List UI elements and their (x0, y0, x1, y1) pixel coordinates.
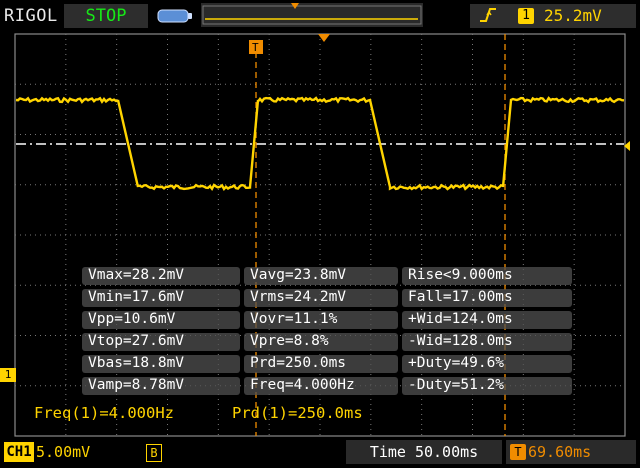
timebase-value[interactable]: Time 50.00ms (346, 440, 502, 464)
measurement-value: Vpp=10.6mV (88, 311, 176, 327)
run-stop-status[interactable]: STOP (64, 4, 148, 28)
rising-edge-icon (478, 5, 498, 30)
brand-logo: RIGOL (4, 6, 58, 26)
measurement-value: Vtop=27.6mV (88, 333, 185, 349)
period-counter: Prd(1)=250.0ms (232, 404, 363, 422)
memory-waveform-preview-icon (202, 3, 422, 25)
trigger-level-value: 25.2mV (544, 6, 602, 25)
measurement-value: Vbas=18.8mV (88, 355, 185, 371)
trigger-offset-value: 69.60ms (528, 443, 592, 461)
trigger-offset-icon: T (510, 444, 526, 460)
measurement-value: Freq=4.000Hz (250, 377, 355, 393)
measurement-value: Vmin=17.6mV (88, 289, 185, 305)
frequency-counter: Freq(1)=4.000Hz (34, 404, 174, 422)
bandwidth-limit-badge: B (146, 444, 162, 462)
measurement-value: Prd=250.0ms (250, 355, 347, 371)
measurement-value: -Wid=128.0ms (408, 333, 513, 349)
channel1-label[interactable]: CH1 (4, 442, 34, 462)
trigger-source-badge: 1 (518, 8, 534, 24)
measurement-value: Fall=17.00ms (408, 289, 513, 305)
memory-depth-bar[interactable] (201, 3, 423, 27)
battery-icon (157, 9, 192, 23)
measurement-value: Vpre=8.8% (250, 333, 329, 349)
measurement-value: -Duty=51.2% (408, 377, 505, 393)
measurement-value: Vmax=28.2mV (88, 267, 185, 283)
measurement-value: Rise<9.000ms (408, 267, 513, 283)
measurement-value: Vavg=23.8mV (250, 267, 347, 283)
measurement-table: Vmax=28.2mV Vavg=23.8mV Rise<9.000ms Vmin=1… (82, 266, 582, 399)
measurement-value: Vovr=11.1% (250, 311, 338, 327)
measurement-value: Vrms=24.2mV (250, 289, 347, 305)
channel1-offset-marker[interactable]: 1 (0, 368, 16, 382)
measurement-value: Vamp=8.78mV (88, 377, 185, 393)
channel1-scale: 5.00mV (36, 443, 91, 461)
measurement-value: +Wid=124.0ms (408, 311, 513, 327)
trigger-marker-letter: T (252, 41, 259, 54)
measurement-value: +Duty=49.6% (408, 355, 505, 371)
